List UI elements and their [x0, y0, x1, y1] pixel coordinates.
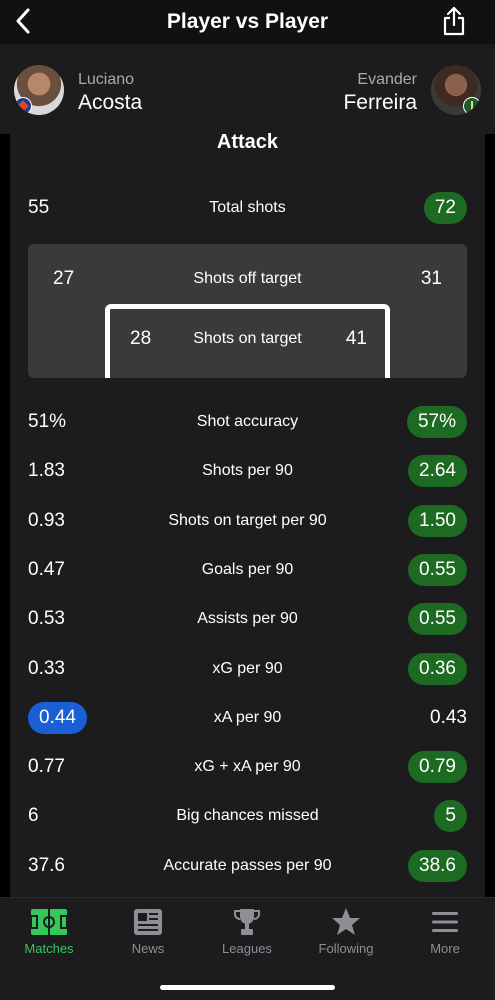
- menu-icon: [425, 906, 465, 938]
- player-avatar-right[interactable]: [431, 65, 481, 115]
- stat-label: xA per 90: [213, 709, 282, 726]
- back-button[interactable]: [8, 4, 38, 38]
- stat-right-value: 0.43: [430, 707, 467, 728]
- stat-right-value: 57%: [406, 404, 467, 440]
- shots-on-target-right: 41: [345, 328, 367, 349]
- highlight-pill: 0.79: [408, 751, 467, 783]
- trophy-icon: [227, 906, 267, 938]
- stat-row: 51% Shot accuracy 57%: [10, 404, 485, 440]
- tab-label: Following: [318, 941, 374, 956]
- highlight-pill: 1.50: [408, 505, 467, 537]
- tab-label: Leagues: [222, 941, 272, 956]
- stat-row: 0.93 Shots on target per 90 1.50: [10, 503, 485, 539]
- section-title: Attack: [216, 131, 279, 153]
- player-avatar-left[interactable]: [14, 65, 64, 115]
- stat-row: 0.33 xG per 90 0.36: [10, 651, 485, 687]
- tab-label: News: [131, 941, 165, 956]
- tab-label: Matches: [24, 941, 74, 956]
- player-first-name: Evander: [357, 71, 417, 88]
- shots-on-target-label: Shots on target: [193, 330, 302, 347]
- page-title: Player vs Player: [166, 10, 329, 33]
- player-last-name: Acosta: [78, 91, 143, 114]
- highlight-pill: 0.36: [408, 653, 467, 685]
- shots-target-visual: 27 Shots off target 31 28 Shots on targe…: [28, 244, 467, 378]
- stat-right-value: 0.36: [408, 651, 467, 687]
- player-name-right[interactable]: Evander Ferreira: [343, 70, 417, 116]
- stat-right-value: 5: [434, 798, 467, 834]
- share-icon: [443, 6, 465, 36]
- stat-row: 0.44 xA per 90 0.43: [10, 700, 485, 736]
- highlight-pill: 72: [423, 192, 467, 224]
- stat-row: 1.83 Shots per 90 2.64: [10, 453, 485, 489]
- stat-row: 37.6 Accurate passes per 90 38.6: [10, 848, 485, 884]
- stat-row-total-shots: 55 Total shots 72: [10, 190, 485, 226]
- highlight-pill: 0.55: [408, 554, 467, 586]
- stat-row: 0.53 Assists per 90 0.55: [10, 601, 485, 637]
- team-badge-icon: [463, 97, 481, 115]
- highlight-pill: 2.64: [408, 455, 467, 487]
- tab-more[interactable]: More: [405, 906, 485, 962]
- tab-matches[interactable]: Matches: [9, 906, 89, 962]
- stat-right-value: 0.55: [408, 601, 467, 637]
- player-comparison-header: Luciano Acosta Evander Ferreira: [0, 44, 495, 134]
- stat-right-value: 1.50: [408, 503, 467, 539]
- highlight-pill: 5: [434, 800, 467, 832]
- stat-right-value: 38.6: [408, 848, 467, 884]
- stat-row: 6 Big chances missed 5: [10, 798, 485, 834]
- star-icon: [326, 906, 366, 938]
- newspaper-icon: [128, 906, 168, 938]
- share-button[interactable]: [439, 4, 469, 38]
- chevron-left-icon: [16, 8, 30, 34]
- pitch-icon: [29, 906, 69, 938]
- stats-card: Attack 55 Total shots 72 27 Shots off ta…: [10, 131, 485, 897]
- goal-frame: 28 Shots on target 41: [105, 304, 390, 378]
- home-indicator[interactable]: [160, 985, 335, 990]
- top-nav-bar: Player vs Player: [0, 0, 495, 44]
- team-badge-icon: [14, 97, 32, 115]
- player-first-name: Luciano: [78, 71, 135, 88]
- shots-off-target-right: 31: [420, 268, 442, 289]
- highlight-pill: 38.6: [408, 850, 467, 882]
- stat-right-value: 0.79: [408, 749, 467, 785]
- tab-label: More: [430, 941, 460, 956]
- stat-right-value: 2.64: [408, 453, 467, 489]
- stat-row: 0.77 xG + xA per 90 0.79: [10, 749, 485, 785]
- stat-right-value: 0.55: [408, 552, 467, 588]
- player-name-left[interactable]: Luciano Acosta: [78, 70, 142, 116]
- stat-label: Total shots: [209, 199, 286, 216]
- highlight-pill: 0.55: [408, 603, 467, 635]
- tab-following[interactable]: Following: [306, 906, 386, 962]
- stat-right-value: 72: [423, 190, 467, 226]
- shots-off-target-label: Shots off target: [193, 270, 302, 287]
- tab-news[interactable]: News: [108, 906, 188, 962]
- stat-label: Big chances missed: [176, 807, 319, 824]
- stat-row: 0.47 Goals per 90 0.55: [10, 552, 485, 588]
- highlight-pill: 57%: [406, 406, 467, 438]
- player-last-name: Ferreira: [343, 91, 417, 114]
- tab-leagues[interactable]: Leagues: [207, 906, 287, 962]
